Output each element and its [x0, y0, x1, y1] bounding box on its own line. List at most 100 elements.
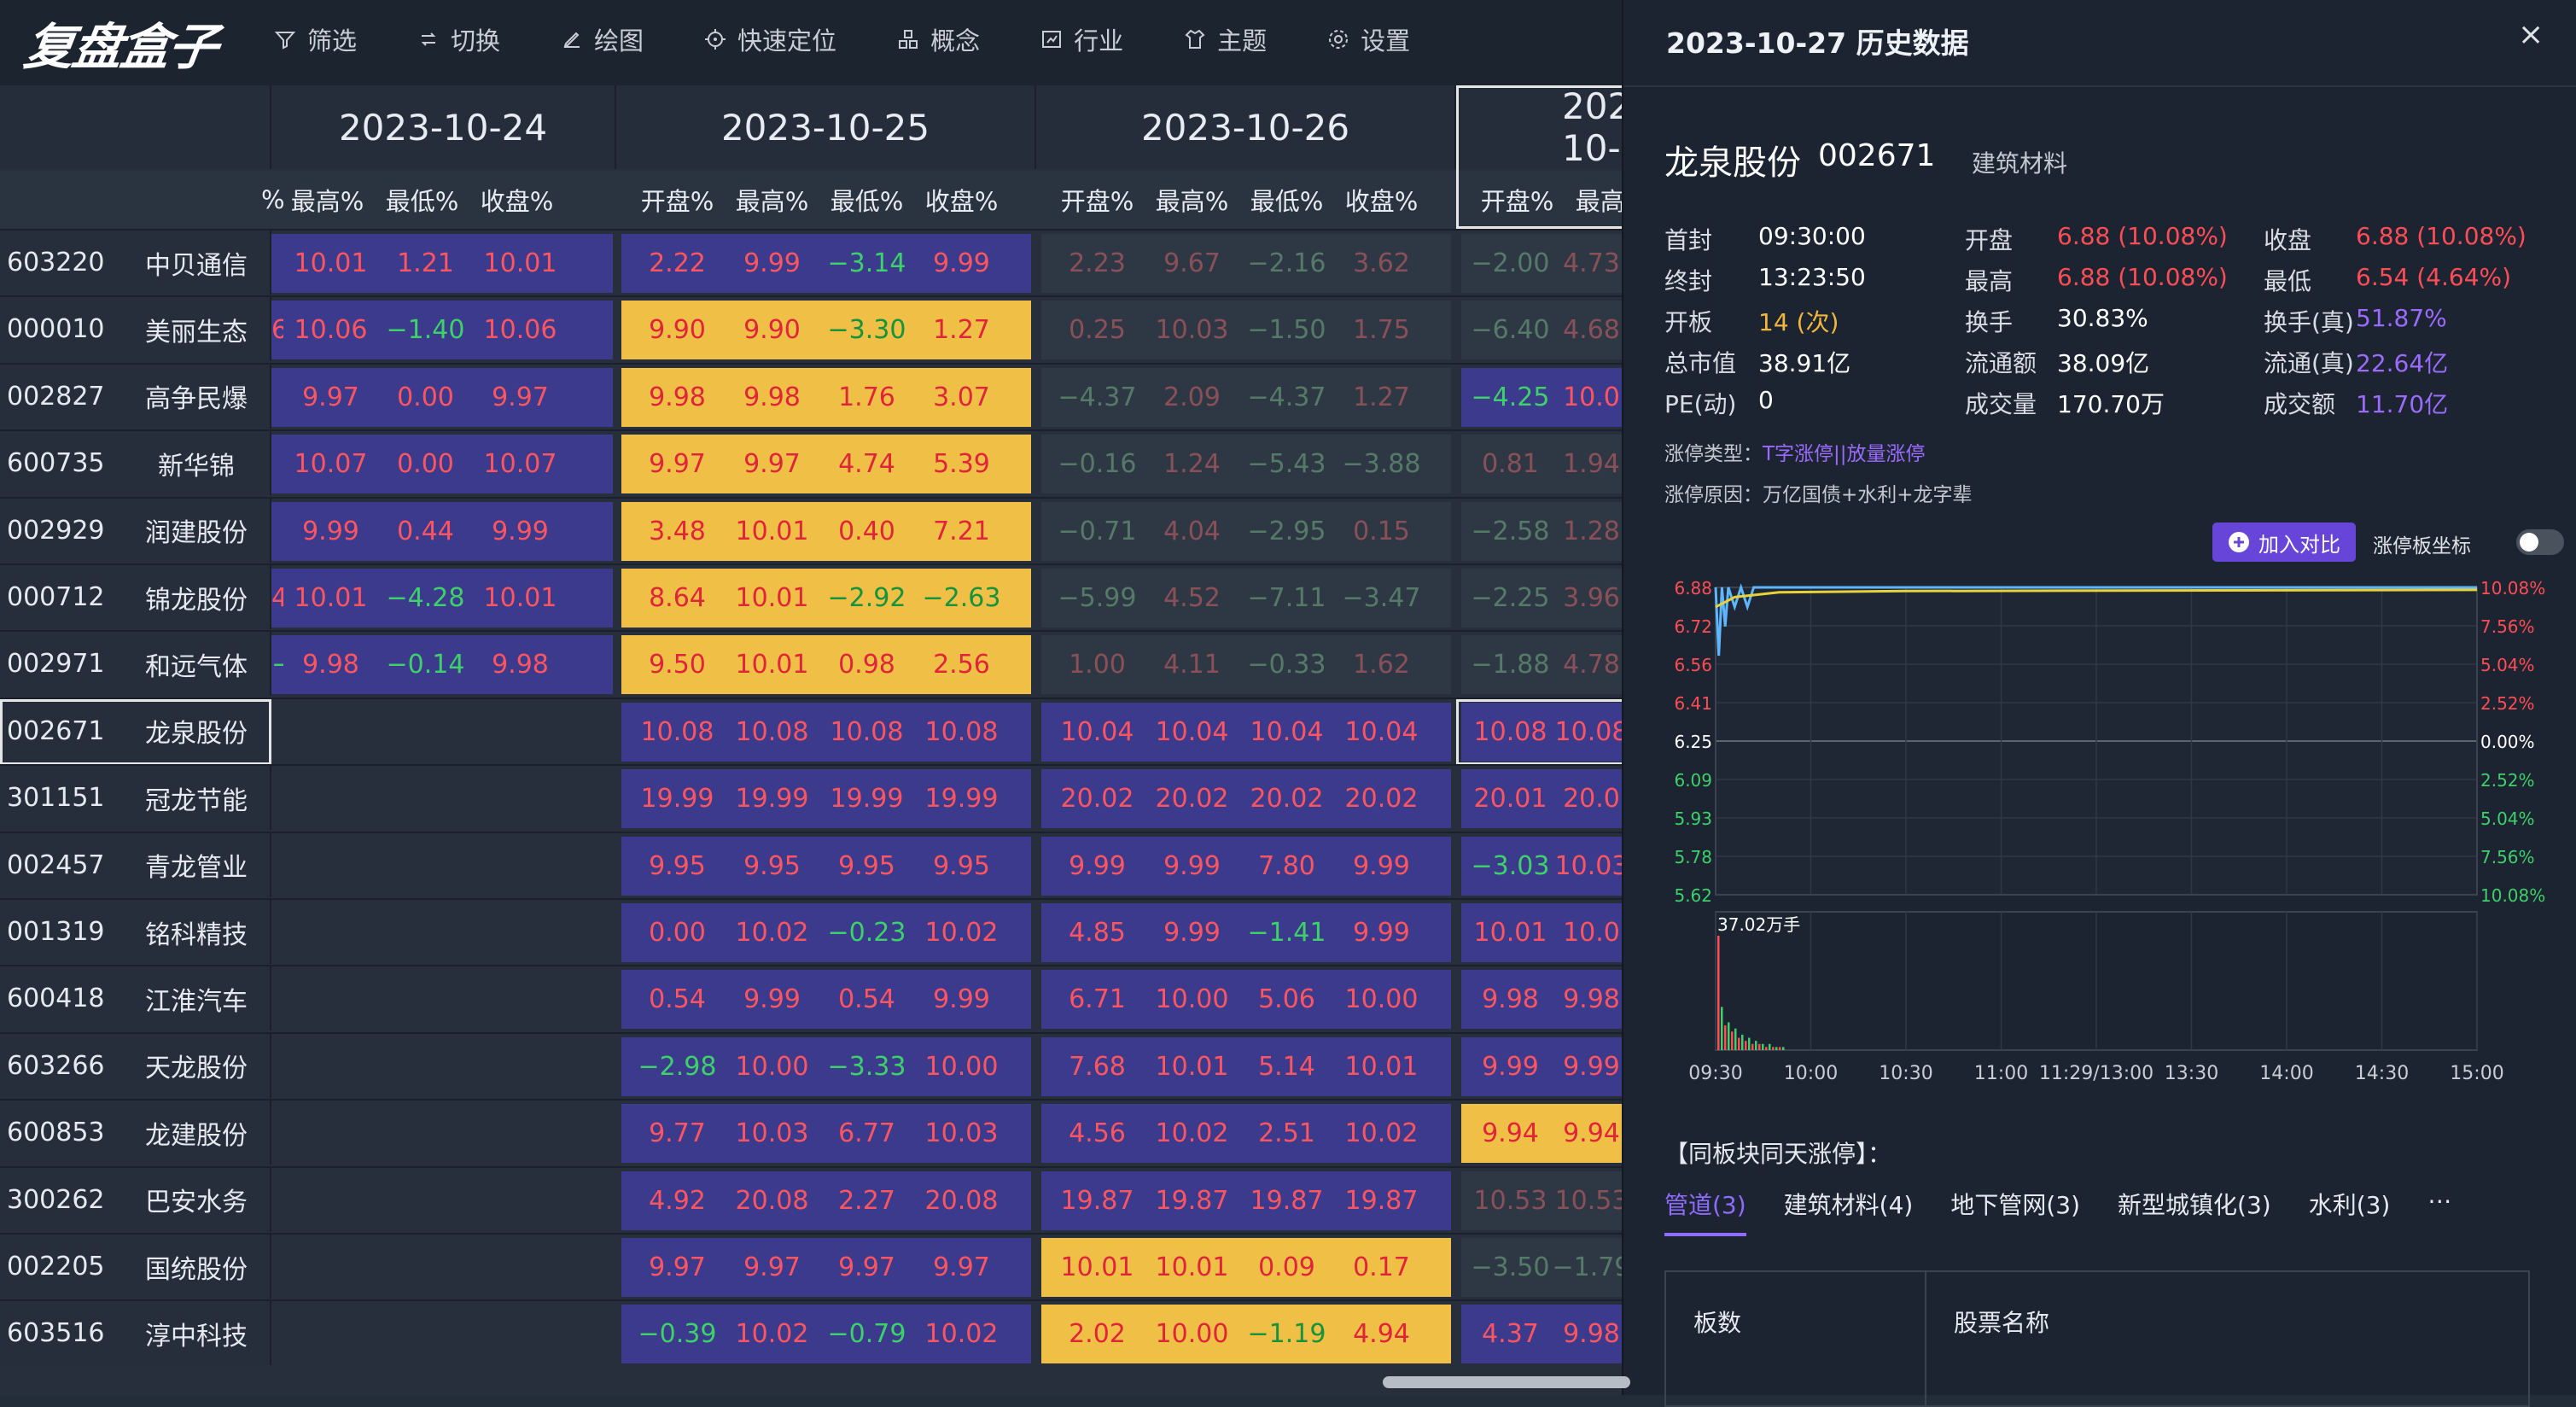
menu-pen[interactable]: 绘图 [560, 0, 644, 79]
pct-cell[interactable]: 10.01 [725, 650, 819, 680]
pct-cell[interactable]: 0.54 [819, 984, 914, 1014]
pct-cell[interactable]: −2.16 [1239, 248, 1334, 278]
pct-cell[interactable]: −1.88 [1470, 650, 1551, 680]
pct-cell[interactable]: 10.08 [914, 717, 1009, 747]
stock-sector[interactable]: 建筑材料 [1972, 145, 2067, 179]
pct-cell[interactable]: 6.77 [819, 1118, 914, 1148]
pct-cell[interactable]: 20.02 [1050, 784, 1145, 814]
close-button[interactable]: × [2518, 17, 2544, 52]
pct-cell[interactable]: 0.44 [378, 517, 473, 546]
pct-cell[interactable]: 3.62 [1334, 248, 1429, 278]
pct-cell[interactable]: 9.94 [1470, 1118, 1551, 1148]
pct-cell[interactable]: 9.95 [914, 851, 1009, 881]
pct-cell[interactable]: 10.01 [1470, 918, 1551, 948]
pct-cell[interactable]: 19.99 [819, 784, 914, 814]
app-logo[interactable]: 复盘盒子 [20, 7, 222, 79]
pct-cell[interactable]: 10.03 [725, 1118, 819, 1148]
pct-cell[interactable]: 19.87 [1050, 1186, 1145, 1216]
pct-cell[interactable]: 9.98 [630, 382, 725, 412]
date-header-d27[interactable]: 2023-10-27 [1456, 85, 1622, 169]
pct-cell[interactable]: 10.01 [1145, 1252, 1239, 1282]
pct-cell[interactable]: 0.25 [1050, 315, 1145, 345]
pct-cell[interactable]: 10.06 [473, 315, 568, 345]
pct-cell[interactable]: 9.99 [914, 984, 1009, 1014]
table-row[interactable]: 000712 锦龙股份 4 10.01 −4.28 10.01 8.64 10.01 −2.92… [0, 563, 1622, 629]
pct-cell[interactable]: 9.95 [819, 851, 914, 881]
pct-cell[interactable]: 2.27 [819, 1186, 914, 1216]
pct-cell[interactable]: 10.53 [1470, 1186, 1551, 1216]
sector-tab[interactable]: 地下管网(3) [1950, 1187, 2080, 1236]
pct-cell[interactable]: 1.94 [1551, 449, 1622, 479]
pct-cell[interactable]: 9.67 [1145, 248, 1239, 278]
sector-tab[interactable]: ⋯ [2427, 1187, 2451, 1236]
pct-cell[interactable]: 10.04 [1239, 717, 1334, 747]
pct-cell[interactable]: 1.28 [1551, 517, 1622, 546]
pct-cell[interactable]: 10.07 [283, 449, 378, 479]
pct-cell[interactable]: −0.79 [819, 1319, 914, 1349]
pct-cell[interactable]: −3.47 [1334, 583, 1429, 613]
pct-cell[interactable]: 5.39 [914, 449, 1009, 479]
pct-cell[interactable]: 3.48 [630, 517, 725, 546]
pct-cell[interactable]: −2.58 [1470, 517, 1551, 546]
pct-cell[interactable]: −0.16 [1050, 449, 1145, 479]
pct-cell[interactable]: 10.02 [914, 918, 1009, 948]
table-row[interactable]: 002827 高争民爆 9.97 0.00 9.97 9.98 9.98 1.76 3.07 −4… [0, 362, 1622, 429]
date-header-d26[interactable]: 2023-10-26 [1036, 85, 1456, 169]
col-header[interactable]: 最高% [1565, 182, 1622, 218]
table-row[interactable]: 600735 新华锦 10.07 0.00 10.07 9.97 9.97 4.74 5.39−… [0, 429, 1622, 496]
table-row[interactable]: 002671 龙泉股份 10.08 10.08 10.08 10.08 10.04 10.04… [0, 697, 1622, 765]
pct-cell[interactable]: 10.04 [1334, 717, 1429, 747]
table-row[interactable]: 002205 国统股份 9.97 9.97 9.97 9.97 10.01 10.01 0.09… [0, 1233, 1622, 1299]
pct-cell[interactable]: 9.99 [1145, 851, 1239, 881]
pct-cell[interactable]: 0.81 [1470, 449, 1551, 479]
pct-cell[interactable]: 9.50 [630, 650, 725, 680]
pct-cell[interactable]: 10.04 [1145, 717, 1239, 747]
pct-cell[interactable]: 19.99 [630, 784, 725, 814]
pct-cell[interactable]: 0.98 [819, 650, 914, 680]
pct-cell[interactable]: −2.92 [819, 583, 914, 613]
pct-cell[interactable]: 9.99 [914, 248, 1009, 278]
pct-cell[interactable]: 9.97 [725, 449, 819, 479]
pct-cell[interactable]: 20.08 [914, 1186, 1009, 1216]
pct-cell[interactable]: 10.01 [283, 583, 378, 613]
pct-cell[interactable]: 1.76 [819, 382, 914, 412]
pct-cell[interactable]: 10.07 [473, 449, 568, 479]
menu-filter[interactable]: 筛选 [273, 0, 357, 79]
pct-cell[interactable]: 1.62 [1334, 650, 1429, 680]
col-header-partial[interactable]: % [261, 185, 285, 214]
pct-cell[interactable]: −0.14 [378, 650, 473, 680]
col-header[interactable]: 最低% [819, 182, 914, 218]
pct-cell[interactable]: −0.39 [630, 1319, 725, 1349]
pct-cell[interactable]: 9.95 [630, 851, 725, 881]
pct-cell[interactable]: 4.52 [1145, 583, 1239, 613]
pct-cell[interactable]: −3.88 [1334, 449, 1429, 479]
pct-cell[interactable]: 9.99 [473, 517, 568, 546]
sector-tab[interactable]: 水利(3) [2309, 1187, 2391, 1236]
pct-cell[interactable]: 0.40 [819, 517, 914, 546]
pct-cell[interactable]: −4.25 [1470, 382, 1551, 412]
pct-cell[interactable]: 10.00 [1145, 1319, 1239, 1349]
pct-cell[interactable]: 9.97 [630, 1252, 725, 1282]
pct-cell[interactable]: −0.71 [1050, 517, 1145, 546]
table-row[interactable]: 002457 青龙管业 9.95 9.95 9.95 9.95 9.99 9.99 7.80 9.… [0, 831, 1622, 897]
menu-gear[interactable]: 设置 [1326, 0, 1410, 79]
pct-cell[interactable]: 7.68 [1050, 1052, 1145, 1082]
pct-cell[interactable]: 9.99 [1334, 851, 1429, 881]
pct-cell[interactable]: 9.90 [630, 315, 725, 345]
pct-cell[interactable]: 4 [271, 583, 283, 613]
pct-cell[interactable]: −2.95 [1239, 517, 1334, 546]
pct-cell[interactable]: 1.27 [914, 315, 1009, 345]
pct-cell[interactable]: 9.99 [725, 248, 819, 278]
pct-cell[interactable]: 2.09 [1145, 382, 1239, 412]
pct-cell[interactable]: 10.01 [725, 583, 819, 613]
pct-cell[interactable]: 9.99 [1470, 1052, 1551, 1082]
pct-cell[interactable]: 4.68 [1551, 315, 1622, 345]
pct-cell[interactable]: −3.33 [819, 1052, 914, 1082]
pct-cell[interactable]: −4.28 [378, 583, 473, 613]
pct-cell[interactable]: 10.01 [725, 517, 819, 546]
pct-cell[interactable]: 19.87 [1145, 1186, 1239, 1216]
pct-cell[interactable]: −1.50 [1239, 315, 1334, 345]
pct-cell[interactable]: 10.0 [1551, 918, 1622, 948]
pct-cell[interactable]: 20.02 [1239, 784, 1334, 814]
pct-cell[interactable]: 9.99 [1551, 1052, 1622, 1082]
